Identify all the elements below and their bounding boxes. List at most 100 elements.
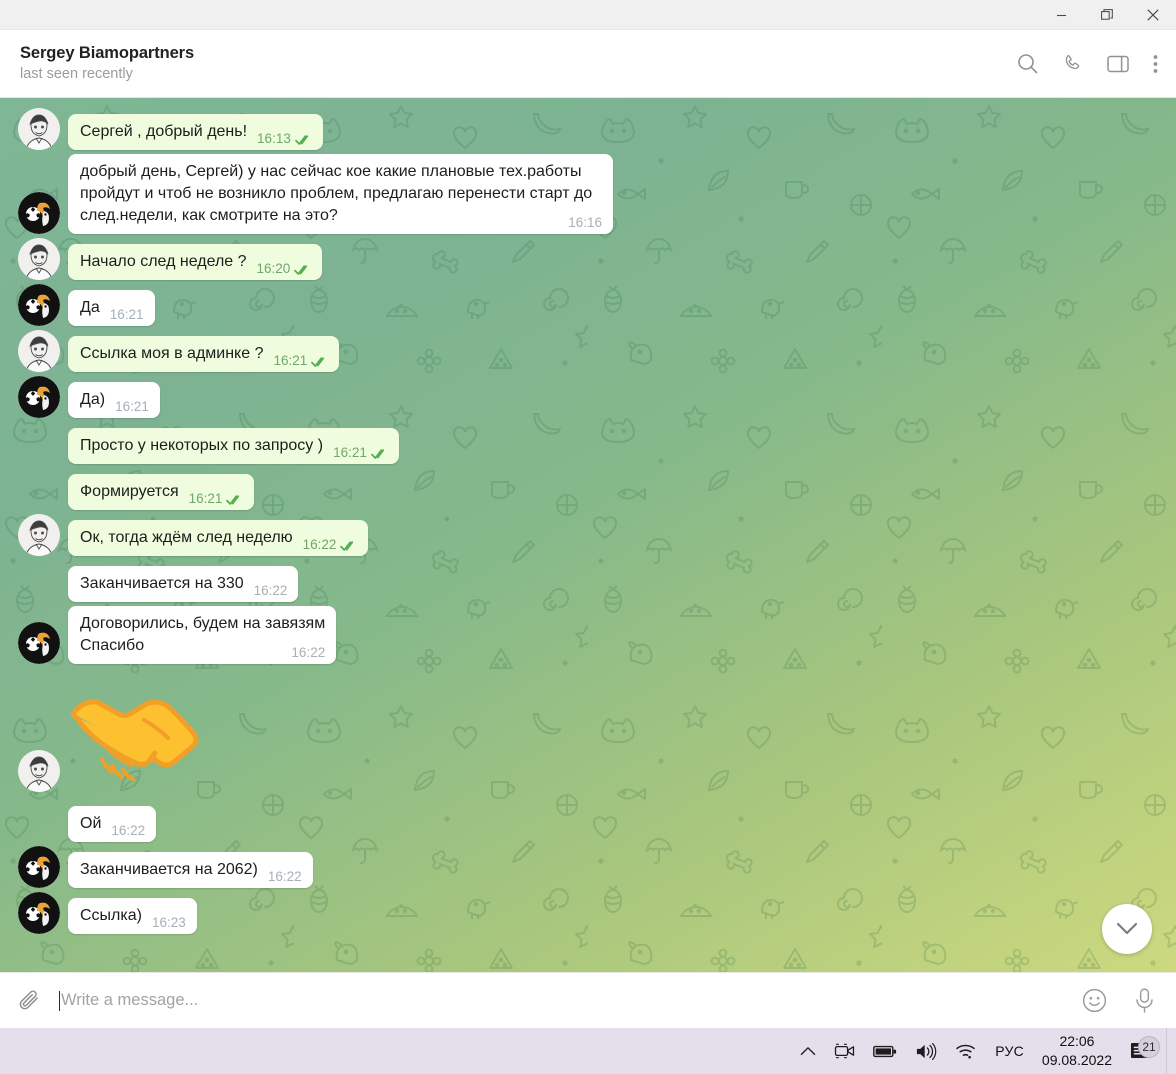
- taskbar-clock[interactable]: 22:06 09.08.2022: [1034, 1032, 1124, 1070]
- call-icon[interactable]: [1062, 53, 1083, 74]
- message-text: Ссылка моя в админке ?: [80, 344, 264, 362]
- avatar-toucan[interactable]: [18, 845, 60, 888]
- message-bubble[interactable]: Сергей , добрый день! 16:13: [68, 113, 323, 150]
- avatar-slot: [18, 468, 60, 510]
- message-time: 16:21: [333, 444, 367, 460]
- message-bubble[interactable]: Ой 16:22: [68, 805, 157, 842]
- language-indicator[interactable]: РУС: [985, 1043, 1034, 1059]
- avatar-toucan[interactable]: [18, 283, 60, 326]
- message-bubble[interactable]: Начало след неделе ? 16:20: [68, 243, 323, 280]
- avatar-slot: [18, 329, 60, 372]
- message-row: Сергей , добрый день! 16:13: [0, 106, 1176, 152]
- message-text: Договорились, будем на завязям Спасибо: [80, 614, 326, 654]
- clock-date: 09.08.2022: [1041, 1052, 1112, 1068]
- message-bubble[interactable]: Ок, тогда ждём след неделю 16:22: [68, 519, 369, 556]
- avatar-slot: [18, 749, 60, 792]
- more-icon[interactable]: [1153, 54, 1158, 74]
- message-input-placeholder: Write a message...: [61, 991, 199, 1009]
- notification-center-button[interactable]: 21: [1124, 1036, 1162, 1062]
- avatar-slot: [18, 283, 60, 326]
- chevron-down-icon: [1116, 922, 1138, 935]
- message-text: Просто у некоторых по запросу ): [80, 436, 324, 454]
- message-text: Сергей , добрый день!: [80, 122, 248, 140]
- message-text: добрый день, Сергей) у нас сейчас кое ка…: [80, 163, 597, 224]
- message-bubble[interactable]: Ссылка) 16:23: [68, 897, 197, 934]
- smiley-icon[interactable]: [1082, 988, 1107, 1013]
- message-meta: 16:22: [268, 868, 302, 886]
- read-ticks-icon: [371, 448, 388, 460]
- chevron-up-icon[interactable]: [791, 1028, 825, 1074]
- message-row: Заканчивается на 2062) 16:22: [0, 844, 1176, 890]
- avatar-slot: [18, 621, 60, 664]
- message-time: 16:22: [111, 822, 146, 838]
- message-meta: 16:16: [568, 214, 602, 232]
- sticker-row: [0, 666, 1176, 798]
- avatar-slot: [18, 237, 60, 280]
- avatar-man[interactable]: [18, 329, 60, 372]
- avatar-man[interactable]: [18, 749, 60, 792]
- message-time: 16:22: [302, 536, 337, 552]
- message-row: Ссылка моя в админке ? 16:21: [0, 328, 1176, 374]
- avatar-man[interactable]: [18, 237, 60, 280]
- message-text: Начало след неделе ?: [80, 252, 247, 270]
- message-text: Да: [80, 298, 100, 316]
- window-restore-button[interactable]: [1084, 0, 1130, 30]
- message-row: Заканчивается на 330 16:22: [0, 558, 1176, 604]
- handshake-sticker[interactable]: [68, 672, 200, 792]
- windows-taskbar: РУС 22:06 09.08.2022 21: [0, 1028, 1176, 1074]
- message-time: 16:16: [568, 214, 602, 230]
- message-bubble[interactable]: добрый день, Сергей) у нас сейчас кое ка…: [68, 154, 613, 234]
- camera-icon[interactable]: [825, 1028, 864, 1074]
- avatar-slot: [18, 800, 60, 842]
- message-bubble[interactable]: Заканчивается на 2062) 16:22: [68, 851, 313, 888]
- message-input[interactable]: Write a message...: [59, 990, 1066, 1011]
- message-bubble[interactable]: Да) 16:21: [68, 381, 160, 418]
- avatar-slot: [18, 560, 60, 602]
- message-time: 16:21: [115, 398, 149, 414]
- chat-message-area[interactable]: Сергей , добрый день! 16:13 добрый день,…: [0, 98, 1176, 972]
- telegram-window: Sergey Biamopartners last seen recently: [0, 0, 1176, 1074]
- composer-actions: [1082, 988, 1156, 1013]
- system-tray: РУС 22:06 09.08.2022 21: [791, 1028, 1170, 1074]
- paperclip-icon[interactable]: [18, 989, 41, 1012]
- message-time: 16:21: [109, 306, 144, 322]
- avatar-slot: [18, 422, 60, 464]
- avatar-toucan[interactable]: [18, 191, 60, 234]
- wifi-icon[interactable]: [946, 1028, 985, 1074]
- message-time: 16:22: [267, 868, 302, 884]
- message-bubble[interactable]: Ссылка моя в админке ? 16:21: [68, 335, 340, 372]
- battery-icon[interactable]: [864, 1028, 906, 1074]
- peer-name: Sergey Biamopartners: [20, 43, 195, 62]
- window-title-bar: [0, 0, 1176, 30]
- message-bubble[interactable]: Заканчивается на 330 16:22: [68, 565, 299, 602]
- microphone-icon[interactable]: [1133, 988, 1156, 1013]
- notification-count-badge: 21: [1138, 1036, 1160, 1058]
- show-desktop-button[interactable]: [1166, 1028, 1170, 1074]
- message-bubble[interactable]: Просто у некоторых по запросу ) 16:21: [68, 427, 399, 464]
- window-close-button[interactable]: [1130, 0, 1176, 30]
- message-row: Да) 16:21: [0, 374, 1176, 420]
- avatar-slot: [18, 191, 60, 234]
- window-minimize-button[interactable]: [1038, 0, 1084, 30]
- read-ticks-icon: [226, 494, 243, 506]
- avatar-toucan[interactable]: [18, 891, 60, 934]
- avatar-toucan[interactable]: [18, 375, 60, 418]
- peer-info[interactable]: Sergey Biamopartners last seen recently: [20, 43, 1017, 84]
- message-time: 16:23: [151, 914, 186, 930]
- avatar-man[interactable]: [18, 513, 60, 556]
- message-bubble[interactable]: Да 16:21: [68, 289, 155, 326]
- message-bubble[interactable]: Договорились, будем на завязям Спасибо 16…: [68, 605, 337, 664]
- panel-icon[interactable]: [1107, 54, 1129, 74]
- message-text: Ок, тогда ждём след неделю: [80, 528, 293, 546]
- message-meta: 16:13: [257, 130, 312, 148]
- avatar-man[interactable]: [18, 108, 60, 150]
- volume-icon[interactable]: [906, 1028, 946, 1074]
- message-meta: 16:21: [115, 398, 149, 416]
- message-row: Да 16:21: [0, 282, 1176, 328]
- search-icon[interactable]: [1017, 53, 1038, 74]
- avatar-toucan[interactable]: [18, 621, 60, 664]
- message-bubble[interactable]: Формируется 16:21: [68, 473, 255, 510]
- message-row: Формируется 16:21: [0, 466, 1176, 512]
- avatar-slot: [18, 845, 60, 888]
- scroll-to-bottom-button[interactable]: [1102, 904, 1152, 954]
